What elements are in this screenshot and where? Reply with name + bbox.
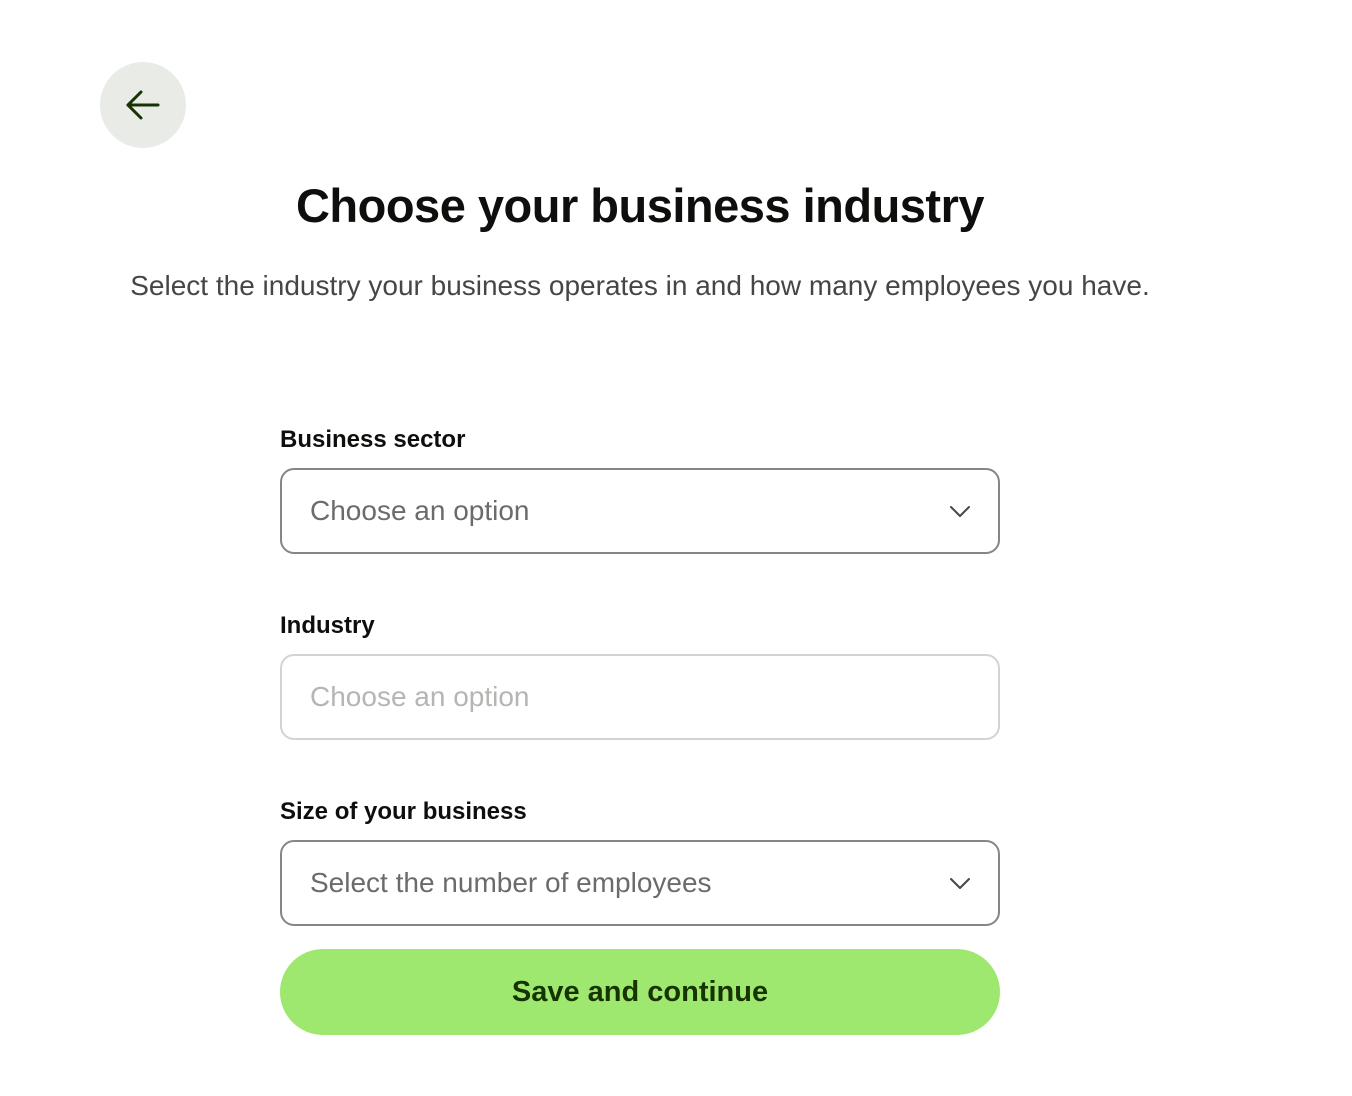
- page: Choose your business industry Select the…: [0, 0, 1352, 1096]
- business-sector-placeholder: Choose an option: [310, 495, 530, 526]
- chevron-down-icon: [950, 506, 970, 517]
- page-title: Choose your business industry: [295, 179, 985, 232]
- business-sector-select[interactable]: Choose an option: [280, 468, 1000, 554]
- business-sector-label: Business sector: [280, 426, 466, 453]
- industry-label: Industry: [280, 612, 375, 639]
- chevron-down-icon: [950, 878, 970, 889]
- business-size-placeholder: Select the number of employees: [310, 867, 712, 898]
- industry-select: Choose an option: [280, 654, 1000, 740]
- save-and-continue-button[interactable]: Save and continue: [280, 949, 1000, 1035]
- page-subtitle: Select the industry your business operat…: [130, 270, 1150, 301]
- industry-form: Business sector Choose an option Industr…: [280, 424, 1000, 926]
- business-size-label: Size of your business: [280, 798, 527, 825]
- back-button[interactable]: [100, 62, 186, 148]
- industry-placeholder: Choose an option: [310, 681, 530, 712]
- arrow-left-icon: [126, 90, 160, 120]
- business-size-select[interactable]: Select the number of employees: [280, 840, 1000, 926]
